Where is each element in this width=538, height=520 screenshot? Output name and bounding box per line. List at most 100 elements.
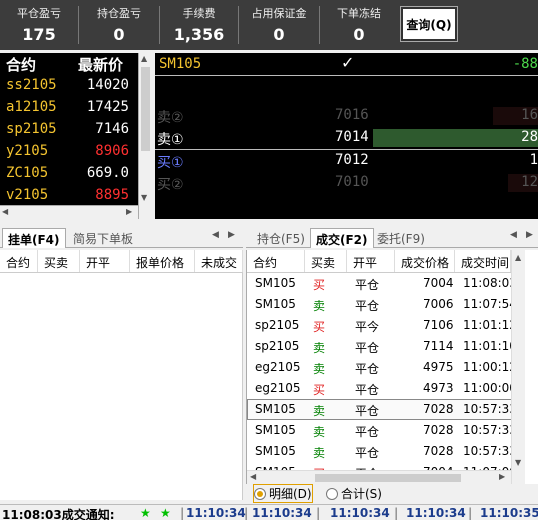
quote-list: 合约 最新价 ss2105 14020 a12105 17425 sp2105 7146 y… [0,53,152,219]
scroll-thumb[interactable] [141,67,150,151]
table-row[interactable]: sp2105 买 平今 7106 11:01:12 [247,315,525,336]
scroll-thumb[interactable] [315,474,461,482]
col-direction[interactable]: 买卖 [305,250,347,272]
trade-time: 11:00:00 [463,381,517,395]
tab-scroll-left-icon[interactable]: ◀ [212,230,219,240]
quote-symbol: y2105 [6,143,49,159]
trade-direction: 买 [313,383,326,397]
depth-row[interactable]: 卖① 7014 28 [155,127,538,149]
tab-positions[interactable]: 持仓(F5) [252,228,310,248]
trade-open-close: 平仓 [355,446,380,460]
tab-trades[interactable]: 成交(F2) [310,228,374,248]
table-row[interactable]: SM105 卖 平仓 7028 10:57:33 [247,420,525,441]
stat-label: 持仓盈亏 [97,7,141,20]
scroll-right-icon[interactable]: ▶ [499,472,505,481]
stat-value: 0 [113,25,125,44]
scroll-down-icon[interactable]: ▼ [515,458,521,467]
stat-value: 1,356 [173,25,225,44]
depth-row[interactable]: 买② 7010 12 [155,172,538,194]
trade-price: 7106 [423,318,454,332]
col-open-close[interactable]: 开平 [80,250,130,272]
stat-label: 平仓盈亏 [17,7,61,20]
right-tab-bar: 持仓(F5) 成交(F2) 委托(F9) ◀ ▶ [246,226,538,248]
table-row[interactable]: SM105 卖 平仓 7028 10:57:33 [247,441,525,462]
divider [155,75,538,76]
col-open-close[interactable]: 开平 [347,250,395,272]
radio-total[interactable]: 合计(S) [326,485,382,502]
trade-price: 7028 [423,423,454,437]
quote-row[interactable]: ZC105 669.0 [0,163,137,185]
quote-row[interactable]: sp2105 7146 [0,119,137,141]
table-row[interactable]: eg2105 买 平仓 4973 11:00:00 [247,378,525,399]
depth-level-label: 买① [157,155,184,171]
depth-price: 7012 [335,152,369,168]
trade-open-close: 平仓 [355,362,380,376]
tab-orders[interactable]: 委托(F9) [372,228,430,248]
trade-time: 10:57:33 [463,402,517,416]
trade-symbol: SM105 [255,402,296,416]
tab-scroll-right-icon[interactable]: ▶ [228,230,235,240]
quote-price: 17425 [86,99,129,115]
quote-row[interactable]: v2105 8895 [0,185,137,207]
trade-symbol: sp2105 [255,339,300,353]
depth-volume-bar [373,129,538,147]
col-trade-price[interactable]: 成交价格 [395,250,455,272]
status-time: 11:10:34 [406,506,466,520]
trades-hscrollbar[interactable]: ◀ ▶ [247,470,511,484]
col-direction[interactable]: 买卖 [38,250,80,272]
tab-scroll-left-icon[interactable]: ◀ [510,230,517,240]
table-row[interactable]: eg2105 卖 平仓 4975 11:00:12 [247,357,525,378]
quote-row[interactable]: y2105 8906 [0,141,137,163]
quote-price: 14020 [86,77,129,93]
trade-price: 7028 [423,444,454,458]
query-button[interactable]: 查询(Q) [400,6,458,42]
col-unfilled[interactable]: 未成交 [195,250,243,272]
quote-list-header: 合约 最新价 [0,53,137,75]
quote-symbol: ZC105 [6,165,49,181]
quote-list-vscrollbar[interactable]: ▲ ▼ [138,53,152,219]
table-row[interactable]: SM105 卖 平仓 7028 10:57:33 [247,399,525,420]
trade-symbol: sp2105 [255,318,300,332]
trade-direction: 买 [313,320,326,334]
trade-price: 7004 [423,276,454,290]
scroll-up-icon[interactable]: ▲ [141,54,147,63]
table-row[interactable]: SM105 买 平仓 7004 11:08:03 [247,273,525,294]
col-symbol[interactable]: 合约 [247,250,305,272]
left-tab-bar: 挂单(F4) 简易下单板 ◀ ▶ [0,226,243,248]
stat-value: 0 [353,25,365,44]
trade-symbol: eg2105 [255,381,301,395]
depth-price: 7014 [335,129,369,145]
col-symbol[interactable]: 合约 [0,250,38,272]
trade-symbol: SM105 [255,444,296,458]
status-time: 11:10:34 [186,506,246,520]
col-order-price[interactable]: 报单价格 [130,250,195,272]
quote-list-hscrollbar[interactable]: ◀ ▶ [0,205,138,219]
scroll-left-icon[interactable]: ◀ [2,207,8,216]
tab-scroll-right-icon[interactable]: ▶ [526,230,533,240]
scroll-down-icon[interactable]: ▼ [141,193,147,202]
stat-fee: 手续费 1,356 [160,0,238,50]
tab-quick-order[interactable]: 简易下单板 [68,228,138,248]
trade-open-close: 平仓 [355,383,380,397]
trade-time: 10:57:33 [463,444,517,458]
radio-detail[interactable]: 明细(D) [253,484,313,503]
quote-row[interactable]: a12105 17425 [0,97,137,119]
depth-row[interactable]: 买① 7012 1 [155,150,538,172]
radio-label: 合计(S) [341,487,382,501]
trade-open-close: 平仓 [355,278,380,292]
quote-symbol: v2105 [6,187,49,203]
scroll-left-icon[interactable]: ◀ [250,472,256,481]
quote-row[interactable]: ss2105 14020 [0,75,137,97]
trade-symbol: SM105 [255,276,296,290]
scroll-right-icon[interactable]: ▶ [126,207,132,216]
table-row[interactable]: SM105 卖 平仓 7006 11:07:54 [247,294,525,315]
trades-vscrollbar[interactable]: ▲ ▼ [511,250,525,484]
depth-row[interactable]: 卖② 7016 16 [155,105,538,127]
quote-symbol: sp2105 [6,121,57,137]
trade-time: 11:07:54 [463,297,517,311]
col-trade-time[interactable]: 成交时间 [455,250,511,272]
scroll-up-icon[interactable]: ▲ [515,253,521,262]
tab-pending-orders[interactable]: 挂单(F4) [2,228,66,248]
table-row[interactable]: sp2105 卖 平仓 7114 11:01:10 [247,336,525,357]
trade-price: 7114 [423,339,454,353]
